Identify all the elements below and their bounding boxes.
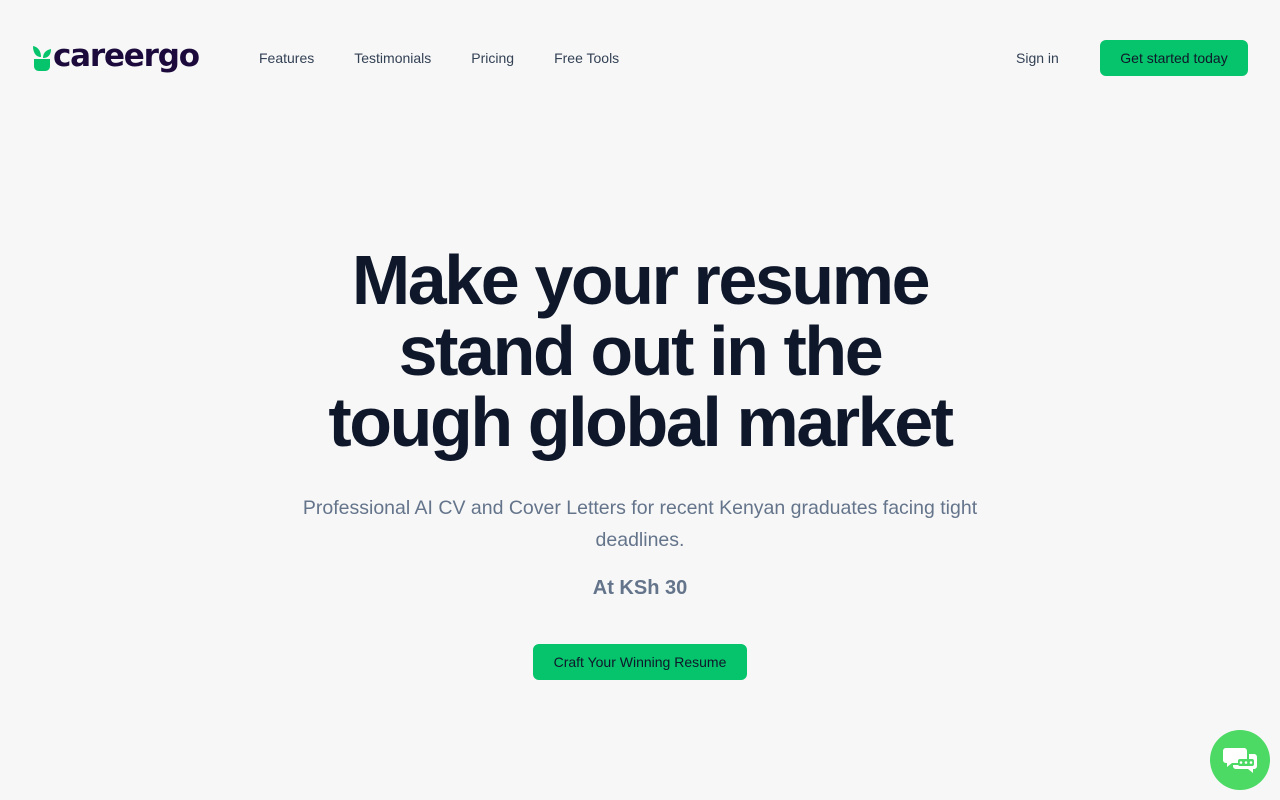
nav-free-tools[interactable]: Free Tools [554,48,619,68]
chat-bubbles-icon [1223,748,1257,773]
price-text: At KSh 30 [592,577,688,599]
nav-testimonials[interactable]: Testimonials [354,48,431,68]
hero-title-line-3: tough global market [328,383,954,461]
chat-widget-button[interactable] [1210,730,1270,790]
logo-text: careergo [53,37,200,74]
leaf-icon [33,46,51,71]
nav-features[interactable]: Features [259,48,314,68]
hero-title-line-2: stand out in the [398,312,884,390]
logo[interactable]: careergo [32,37,200,78]
hero-title: Make your resume stand out in the tough … [240,245,1040,458]
sign-in-link[interactable]: Sign in [1016,48,1059,68]
site-header: careergo Features Testimonials Pricing F… [0,0,1280,116]
hero-subtitle: Professional AI CV and Cover Letters for… [302,497,978,551]
get-started-button[interactable]: Get started today [1100,40,1248,76]
nav-pricing[interactable]: Pricing [471,48,514,68]
main-nav: Features Testimonials Pricing Free Tools [259,48,619,68]
landing-page: careergo Features Testimonials Pricing F… [0,0,1280,800]
craft-resume-button[interactable]: Craft Your Winning Resume [533,644,747,680]
hero-title-line-1: Make your resume [351,241,931,319]
